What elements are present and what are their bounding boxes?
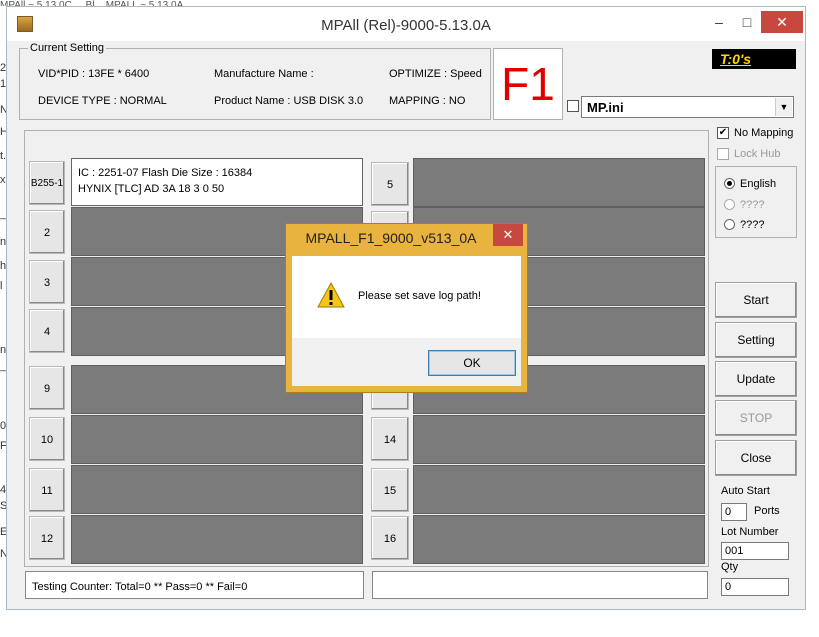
ini-checkbox[interactable]: [567, 100, 579, 112]
port-button-3[interactable]: 3: [29, 260, 65, 304]
ports-unit-label: Ports: [754, 505, 780, 517]
current-setting-group: [19, 48, 491, 120]
product-name-label: Product Name : USB DISK 3.0: [214, 95, 364, 107]
setting-button[interactable]: Setting: [715, 322, 797, 358]
title-bar[interactable]: MPAll (Rel)-9000-5.13.0A – □ ✕: [7, 7, 805, 41]
ini-file-value: MP.ini: [587, 100, 624, 115]
port-panel-5: [413, 158, 705, 207]
dialog-close-button[interactable]: ✕: [493, 224, 523, 246]
warning-icon: [317, 282, 345, 308]
auto-start-label: Auto Start: [721, 485, 770, 497]
port-button-16[interactable]: 16: [371, 516, 409, 560]
port-panel-14: [413, 415, 705, 464]
log-path-dialog: MPALL_F1_9000_v513_0A ✕ Please set save …: [285, 223, 528, 393]
dialog-message: Please set save log path!: [358, 290, 481, 302]
start-button[interactable]: Start: [715, 282, 797, 318]
language-label-english: English: [740, 178, 777, 190]
no-mapping-checkbox[interactable]: ✔: [717, 127, 729, 139]
port-info-line: HYNIX [TLC] AD 3A 18 3 0 50: [78, 183, 225, 195]
port-button-b255-1[interactable]: B255-1: [29, 161, 65, 205]
maximize-button[interactable]: □: [733, 11, 761, 33]
manufacture-name-label: Manufacture Name :: [214, 68, 314, 80]
update-button[interactable]: Update: [715, 361, 797, 397]
lot-number-label: Lot Number: [721, 526, 779, 538]
optimize-label: OPTIMIZE : Speed: [389, 68, 482, 80]
minimize-button[interactable]: –: [705, 11, 733, 33]
lock-hub-checkbox[interactable]: [717, 148, 729, 160]
port-button-2[interactable]: 2: [29, 210, 65, 254]
current-setting-legend: Current Setting: [28, 42, 106, 54]
port-panel-16: [413, 515, 705, 564]
chevron-down-icon[interactable]: ▼: [775, 98, 792, 116]
port-panel-12: [71, 515, 363, 564]
dialog-title: MPALL_F1_9000_v513_0A: [305, 230, 477, 246]
ok-button[interactable]: OK: [428, 350, 516, 376]
mapping-label: MAPPING : NO: [389, 95, 466, 107]
device-type-label: DEVICE TYPE : NORMAL: [38, 95, 167, 107]
port-button-12[interactable]: 12: [29, 516, 65, 560]
testing-counter: Testing Counter: Total=0 ** Pass=0 ** Fa…: [25, 571, 364, 599]
port-panel-11: [71, 465, 363, 514]
no-mapping-label: No Mapping: [734, 127, 794, 139]
dialog-footer: OK: [292, 338, 521, 386]
qty-input[interactable]: 0: [721, 578, 789, 596]
port-panel-b255-1: IC : 2251-07 Flash Die Size : 16384 HYNI…: [71, 158, 363, 206]
window-close-button[interactable]: ✕: [761, 11, 803, 33]
port-button-5[interactable]: 5: [371, 162, 409, 206]
close-button[interactable]: Close: [715, 440, 797, 476]
ini-file-select[interactable]: MP.ini ▼: [581, 96, 794, 118]
language-label-2: ????: [740, 199, 765, 211]
vid-pid-label: VID*PID : 13FE * 6400: [38, 68, 150, 80]
language-radio-2[interactable]: [724, 199, 735, 210]
port-info-line: IC : 2251-07 Flash Die Size : 16384: [78, 167, 253, 179]
port-button-11[interactable]: 11: [29, 468, 65, 512]
language-radio-english[interactable]: [724, 178, 735, 189]
port-panel-15: [413, 465, 705, 514]
window-title: MPAll (Rel)-9000-5.13.0A: [321, 17, 491, 34]
port-button-14[interactable]: 14: [371, 417, 409, 461]
status-message-box: [372, 571, 708, 599]
lock-hub-label: Lock Hub: [734, 148, 781, 160]
stop-button[interactable]: STOP: [715, 400, 797, 436]
dialog-body: Please set save log path!: [292, 256, 521, 338]
port-button-10[interactable]: 10: [29, 417, 65, 461]
port-panel-10: [71, 415, 363, 464]
port-button-15[interactable]: 15: [371, 468, 409, 512]
port-button-4[interactable]: 4: [29, 309, 65, 353]
qty-label: Qty: [721, 561, 739, 573]
language-radio-3[interactable]: [724, 219, 735, 230]
f1-indicator: F1: [493, 48, 563, 120]
lot-number-input[interactable]: 001: [721, 542, 789, 560]
auto-start-input[interactable]: 0: [721, 503, 747, 521]
language-label-3: ????: [740, 219, 765, 231]
timer-display: T:0's: [712, 49, 796, 69]
port-button-9[interactable]: 9: [29, 366, 65, 410]
